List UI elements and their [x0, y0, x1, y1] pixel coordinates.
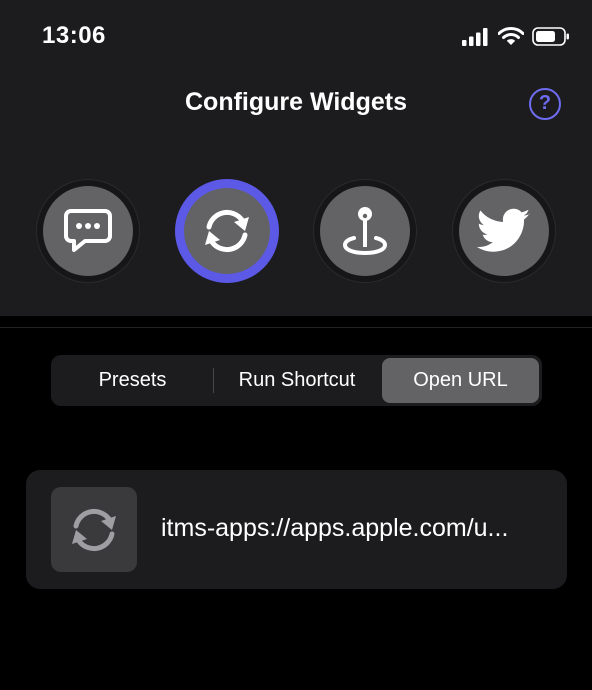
page-title: Configure Widgets: [185, 88, 407, 116]
segment-divider: [213, 368, 214, 393]
message-bubble-icon: [64, 209, 112, 252]
twitter-bird-icon: [477, 208, 531, 252]
section-divider: [0, 327, 592, 328]
url-icon-box: [51, 487, 137, 572]
segment-run-shortcut[interactable]: Run Shortcut: [215, 358, 379, 403]
status-time: 13:06: [42, 22, 106, 49]
cellular-signal-icon: [462, 27, 488, 46]
status-icons: [462, 27, 570, 46]
widget-message[interactable]: [36, 179, 140, 283]
refresh-icon: [205, 209, 249, 253]
url-text: itms-apps://apps.apple.com/u...: [161, 514, 509, 542]
joystick-icon: [342, 207, 388, 256]
help-button[interactable]: ?: [529, 88, 561, 120]
refresh-icon: [72, 508, 116, 551]
widget-joystick[interactable]: [313, 179, 417, 283]
widget-twitter[interactable]: [452, 179, 556, 283]
widget-refresh[interactable]: [175, 179, 279, 283]
segment-presets[interactable]: Presets: [54, 358, 211, 403]
segment-open-url[interactable]: Open URL: [382, 358, 539, 403]
status-bar: 13:06: [0, 0, 592, 70]
segmented-control: Presets Run Shortcut Open URL: [51, 355, 542, 406]
url-row[interactable]: itms-apps://apps.apple.com/u...: [26, 470, 567, 589]
battery-icon: [532, 27, 569, 46]
wifi-icon: [498, 27, 524, 45]
